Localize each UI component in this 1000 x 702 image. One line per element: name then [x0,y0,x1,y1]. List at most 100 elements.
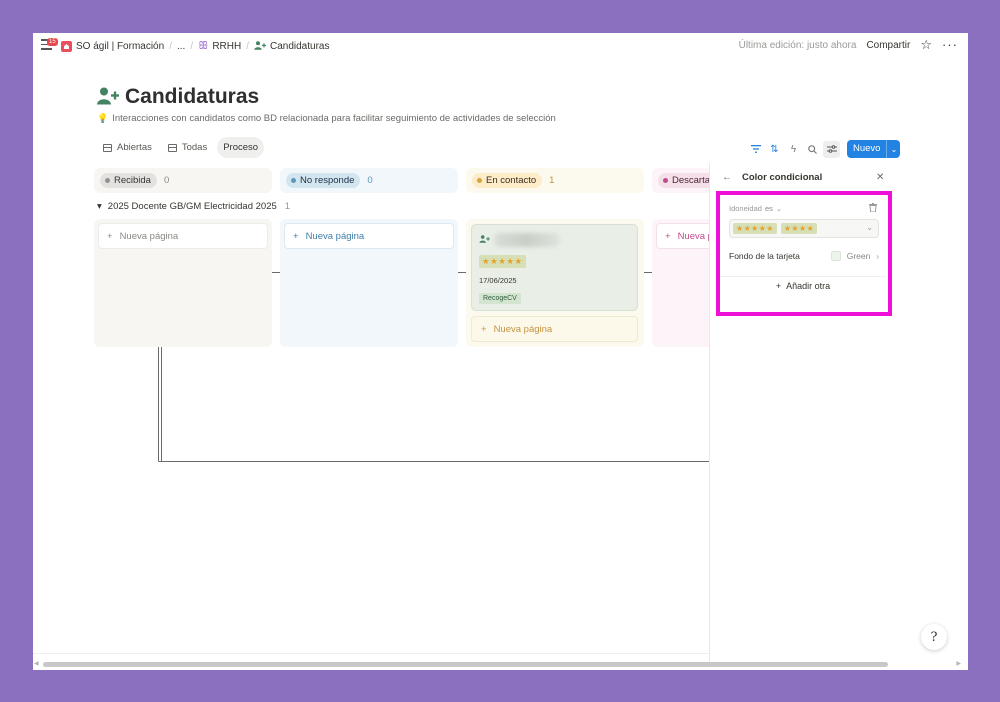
search-icon[interactable] [804,141,821,158]
rating-tag: ★★★★★ [479,255,526,268]
scroll-left-icon[interactable]: ◀ [34,660,39,667]
chevron-right-icon: › [876,251,879,261]
home-icon [61,41,72,52]
panel-title: Color condicional [742,172,823,183]
source-tag: RecogeCV [479,293,521,304]
automation-icon[interactable]: ϟ [785,141,802,158]
conditional-color-panel: ← Color condicional ✕ Idoneidad es ⌄ ★★★… [709,163,968,663]
condition-property-name: Idoneidad [729,204,762,213]
group-title: 2025 Docente GB/GM Electricidad 2025 [107,201,277,212]
column-count: 0 [367,175,373,186]
share-button[interactable]: Compartir [866,40,910,51]
status-dot [663,178,668,183]
add-condition-label: Añadir otra [786,280,831,291]
page-title[interactable]: Candidaturas [125,85,259,109]
breadcrumb-label: Candidaturas [269,41,330,52]
color-swatch [830,251,841,261]
page-description-text: Interacciones con candidatos como BD rel… [112,113,556,124]
new-page-label: Nueva página [493,323,553,335]
settings-icon[interactable] [823,140,840,158]
card-background-label: Fondo de la tarjeta [729,251,800,261]
person-add-icon [254,40,266,53]
breadcrumb-item-ellipsis[interactable]: ... [177,41,185,52]
status-label: En contacto [486,175,537,186]
column-header-en-contacto[interactable]: En contacto 1 [466,168,644,193]
column-header-no-responde[interactable]: No responde 0 [280,168,458,193]
plus-icon: + [775,280,782,291]
card-background-value[interactable]: Green › [830,251,879,261]
breadcrumb-separator: / [246,41,249,52]
status-dot [291,178,296,183]
breadcrumb-separator: / [190,41,194,52]
close-icon[interactable]: ✕ [876,172,884,183]
column-body-recibida: + Nueva página [94,219,272,347]
card-background-row[interactable]: Fondo de la tarjeta Green › [729,251,879,265]
status-badge: Descartado [658,173,709,188]
lightbulb-icon: 💡 [97,113,109,123]
panel-header: ← Color condicional [722,172,822,183]
card-date: 17/06/2025 [479,276,517,285]
more-icon[interactable]: ··· [942,38,958,51]
tab-label: Abiertas [117,142,152,153]
new-page-button[interactable]: + Nueva página [471,316,638,342]
breadcrumb-label: SO ágil | Formación [76,41,165,52]
column-body-descartado: + Nueva página [652,219,709,347]
filter-icon[interactable] [747,141,764,158]
notification-badge: 15 [47,38,58,46]
status-dot [105,178,110,183]
breadcrumb: SO ágil | Formación / ... / ꕥ RRHH / Can… [61,40,329,53]
people-icon: ꕥ [198,40,209,52]
candidate-card[interactable]: ★★★★★ 17/06/2025 RecogeCV [471,224,638,311]
star-icon[interactable]: ☆ [920,38,932,51]
group-header[interactable]: ▾ 2025 Docente GB/GM Electricidad 2025 1 [97,201,290,212]
new-page-label: Nueva página [305,230,365,242]
tab-label: Proceso [223,142,259,153]
new-button[interactable]: Nuevo ⌄ [847,140,901,158]
breadcrumb-item-candidaturas[interactable]: Candidaturas [254,40,330,53]
scrollbar-thumb[interactable] [43,662,888,667]
column-body-no-responde: + Nueva página [280,219,458,347]
status-badge: No responde [286,173,361,188]
breadcrumb-separator: / [169,41,172,52]
condition-value-tag: ★★★★ [780,223,818,234]
condition-value-tag: ★★★★★ [733,223,777,234]
plus-icon: + [107,230,113,242]
column-body-en-contacto: ★★★★★ 17/06/2025 RecogeCV + Nueva página [466,219,644,347]
tab-todas[interactable]: Todas [162,137,213,158]
tab-label: Todas [181,142,208,153]
table-icon [167,143,177,152]
chevron-down-icon[interactable]: ⌄ [886,140,900,158]
back-arrow-icon[interactable]: ← [722,172,732,183]
scroll-right-icon[interactable]: ▶ [956,660,961,667]
person-add-icon[interactable] [97,87,119,107]
status-label: Descartado [672,175,709,186]
tab-abiertas[interactable]: Abiertas [97,137,158,158]
group-count: 1 [284,201,291,212]
status-badge: Recibida [100,173,157,188]
plus-icon: + [293,230,299,242]
help-button[interactable]: ? [921,624,947,650]
new-page-label: Nueva página [119,230,179,242]
column-header-descartado[interactable]: Descartado [652,168,709,193]
condition-property[interactable]: Idoneidad es ⌄ [729,204,782,213]
app-window: 15 SO ágil | Formación / ... / ꕥ RRHH / … [33,33,968,670]
new-page-button[interactable]: + Nueva página [284,223,454,249]
column-count: 1 [549,175,555,186]
status-dot [477,178,482,183]
plus-icon: + [481,323,487,335]
condition-value-select[interactable]: ★★★★★ ★★★★ ⌄ [729,219,879,238]
add-condition-button[interactable]: + Añadir otra [720,276,886,294]
top-actions: Última edición: justo ahora Compartir ☆ … [739,38,958,51]
person-add-icon [479,235,490,245]
view-toolbar: ⇅ ϟ Nuevo ⌄ [747,140,901,158]
sort-icon[interactable]: ⇅ [766,141,783,158]
breadcrumb-item-rrhh[interactable]: ꕥ RRHH [198,40,241,53]
breadcrumb-item-home[interactable]: SO ágil | Formación [61,41,164,52]
column-header-recibida[interactable]: Recibida 0 [94,168,272,193]
horizontal-scrollbar[interactable]: ◀ ▶ [34,660,961,668]
new-page-button[interactable]: + Nueva página [98,223,268,249]
trash-icon[interactable] [869,203,877,214]
tab-proceso[interactable]: Proceso [158,137,773,462]
caret-down-icon[interactable]: ▾ [97,201,102,212]
new-page-button[interactable]: + Nueva página [656,223,709,249]
